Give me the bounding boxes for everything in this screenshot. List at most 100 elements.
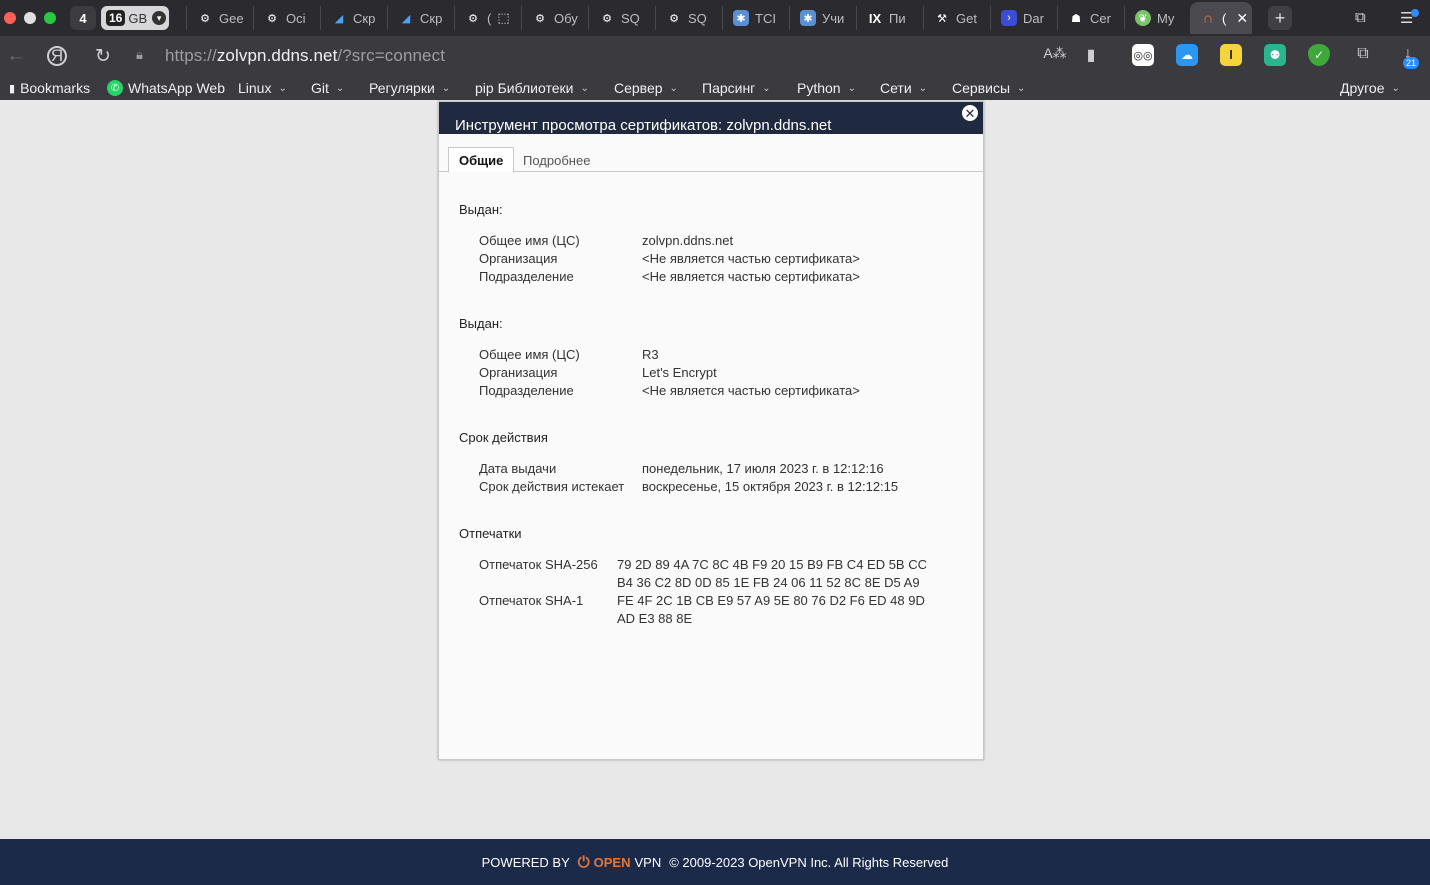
tab-13[interactable]: › Dar (990, 6, 1052, 30)
tab-11[interactable]: IX Пи (856, 6, 918, 30)
powered-by-text: POWERED BY (481, 854, 570, 870)
close-icon[interactable]: ✕ (962, 105, 978, 121)
tab-6[interactable]: ⚙ Обу (521, 6, 583, 30)
tab-label: Скр (353, 10, 376, 26)
bookmark-folder-pip[interactable]: pip Библиотеки ⌄ (475, 80, 589, 96)
tab-3[interactable]: ◢ Скр (320, 6, 382, 30)
bookmark-bookmarks[interactable]: ▮ Bookmarks (9, 80, 90, 96)
issued-by-heading: Выдан: (459, 316, 503, 331)
back-icon[interactable]: ← (4, 45, 28, 67)
tab-14[interactable]: ☗ Cer (1057, 6, 1119, 30)
bookmark-label: Сервисы (952, 80, 1011, 96)
tab-label: Скр (420, 10, 443, 26)
shield-extension-icon[interactable]: ✓ (1308, 44, 1330, 66)
stripe-icon: ◢ (334, 12, 344, 25)
close-tab-icon[interactable]: ✕ (1236, 10, 1248, 27)
page-footer: POWERED BY ⏻ OPEN VPN © 2009-2023 OpenVPN … (0, 839, 1430, 885)
person-icon: ☗ (1071, 12, 1081, 25)
bookmark-whatsapp[interactable]: ✆ WhatsApp Web (107, 80, 225, 96)
memory-indicator[interactable]: 16 GB ▾ (101, 6, 169, 30)
tab-details[interactable]: Подробнее (513, 147, 600, 173)
lock-icon[interactable]: 🔒︎ (136, 47, 150, 64)
bookmark-folder-networks[interactable]: Сети ⌄ (880, 80, 927, 96)
openvpn-logo[interactable]: ⏻ OPEN VPN (578, 854, 661, 871)
dialog-title: Инструмент просмотра сертификатов: zolvp… (455, 117, 832, 134)
memory-unit: GB (128, 10, 148, 26)
openai-icon: ⚙ (535, 12, 545, 25)
openai-icon: ⚙ (468, 12, 478, 25)
tab-5[interactable]: ⚙ (⬚ (454, 6, 516, 30)
tab-15[interactable]: ❦ My (1124, 6, 1186, 30)
chevron-down-icon: ⌄ (580, 82, 589, 94)
tab-label: SQ (688, 10, 707, 26)
bookmark-label: Bookmarks (20, 80, 91, 96)
translate-icon[interactable]: A⁂ (1043, 45, 1067, 62)
bookmark-folder-server[interactable]: Сервер ⌄ (614, 80, 678, 96)
tab-active[interactable]: ∩ (✕ (1190, 2, 1252, 34)
sha1-value-line2: AD E3 88 8E (617, 611, 693, 626)
maximize-window-button[interactable] (44, 12, 56, 24)
tab-9[interactable]: ✱ TCI (722, 6, 784, 30)
issued-date-label: Дата выдачи (479, 461, 557, 476)
tab-1[interactable]: ⚙ Gee (186, 6, 248, 30)
tab-label: ( (487, 10, 492, 26)
openvpn-icon: ⏻ (577, 853, 590, 871)
bookmarks-bar: ▮ Bookmarks ✆ WhatsApp Web Linux ⌄ Git ⌄ Рег… (0, 76, 1430, 100)
notification-dot (1411, 9, 1419, 17)
openai-icon: ⚙ (602, 12, 612, 25)
glasses-extension-icon[interactable]: ◎◎ (1132, 44, 1154, 66)
app-icon: ✱ (800, 10, 816, 26)
leaf-icon: ❦ (1135, 10, 1151, 26)
bookmark-label: pip Библиотеки (475, 80, 574, 96)
tab-2[interactable]: ⚙ Oci (253, 6, 315, 30)
dialog-tabs: Общие Подробнее (439, 134, 983, 173)
sha1-value-line1: FE 4F 2C 1B CB E9 57 A9 5E 80 76 D2 F6 E… (617, 593, 925, 608)
bookmark-label: Сервер (614, 80, 663, 96)
issued-to-ou-label: Подразделение (479, 269, 574, 284)
bookmark-folder-services[interactable]: Сервисы ⌄ (952, 80, 1025, 96)
openvpn-icon: ∩ (1202, 9, 1214, 27)
chevron-down-icon: ⌄ (278, 82, 287, 94)
stripe-icon: ◢ (401, 12, 411, 25)
whatsapp-icon: ✆ (107, 80, 123, 96)
bookmark-folder-python[interactable]: Python ⌄ (797, 80, 856, 96)
url-field[interactable]: https://zolvpn.ddns.net/?src=connect (165, 46, 445, 66)
bookmark-label: WhatsApp Web (128, 80, 226, 96)
issued-to-org-value: <Не является частью сертификата> (642, 251, 860, 266)
bookmark-label: Регулярки (369, 80, 435, 96)
tab-label: Dar (1023, 10, 1044, 26)
tab-7[interactable]: ⚙ SQ (588, 6, 650, 30)
tab-count-badge[interactable]: 4 (70, 6, 96, 30)
tab-overview-icon[interactable]: ⧉ (1355, 9, 1366, 26)
bookmark-icon[interactable]: ▮ (1079, 45, 1103, 65)
sha1-label: Отпечаток SHA-1 (479, 593, 584, 608)
yandex-icon[interactable]: Я (47, 46, 67, 66)
tab-12[interactable]: ⚒ Get (923, 6, 985, 30)
tab-4[interactable]: ◢ Скр (387, 6, 449, 30)
tab-8[interactable]: ⚙ SQ (655, 6, 717, 30)
tab-10[interactable]: ✱ Учи (789, 6, 851, 30)
dialog-header: Инструмент просмотра сертификатов: zolvp… (439, 102, 983, 134)
cloud-extension-icon[interactable]: ☁ (1176, 44, 1198, 66)
new-tab-button[interactable]: + (1268, 6, 1292, 30)
tab-general[interactable]: Общие (448, 147, 515, 173)
robot-extension-icon[interactable]: ⚉ (1264, 44, 1286, 66)
notes-extension-icon[interactable]: l (1220, 44, 1242, 66)
bookmark-folder-parsing[interactable]: Парсинг ⌄ (702, 80, 771, 96)
bookmark-folder-other[interactable]: Другое ⌄ (1340, 80, 1400, 96)
openai-icon: ⚙ (267, 12, 277, 25)
bookmark-folder-regex[interactable]: Регулярки ⌄ (369, 80, 450, 96)
extensions-icon[interactable]: ⧉ (1351, 45, 1375, 63)
minimize-window-button[interactable] (24, 12, 36, 24)
issued-to-ou-value: <Не является частью сертификата> (642, 269, 860, 284)
sha256-value-line1: 79 2D 89 4A 7C 8C 4B F9 20 15 B9 FB C4 E… (617, 557, 927, 572)
close-window-button[interactable] (4, 12, 16, 24)
bookmark-folder-git[interactable]: Git ⌄ (311, 80, 344, 96)
chevron-down-icon: ⌄ (441, 82, 451, 94)
chevron-down-icon: ⌄ (1017, 82, 1026, 94)
issued-date-value: понедельник, 17 июля 2023 г. в 12:12:16 (642, 461, 884, 476)
url-prefix: https:// (165, 46, 217, 65)
bookmark-folder-linux[interactable]: Linux ⌄ (238, 80, 287, 96)
tab-label: Обу (554, 10, 578, 26)
reload-icon[interactable]: ↻ (91, 45, 115, 68)
